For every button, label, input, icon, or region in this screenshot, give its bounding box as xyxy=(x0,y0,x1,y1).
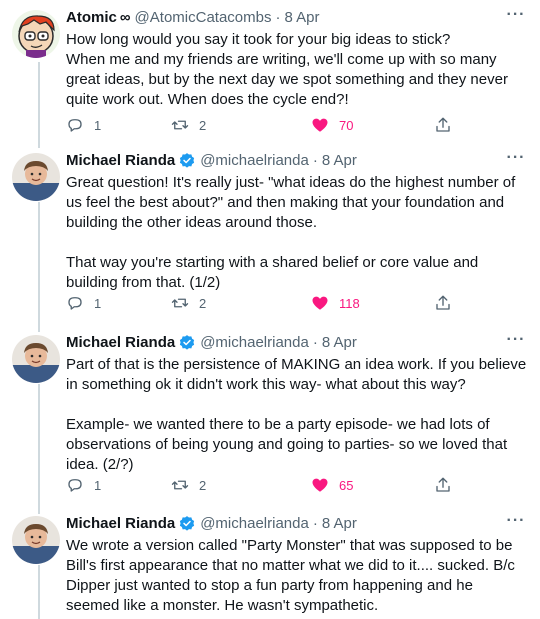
reply-count: 1 xyxy=(94,117,102,133)
tweet-actions: 1 2 118 xyxy=(66,293,466,313)
separator: · xyxy=(312,334,318,351)
handle[interactable]: @AtomicCatacombs xyxy=(135,8,272,28)
name-suffix: ∞ xyxy=(119,9,131,26)
handle[interactable]: @michaelrianda xyxy=(200,333,309,353)
thread-line xyxy=(38,202,40,332)
timestamp[interactable]: 8 Apr xyxy=(284,8,319,28)
tweet-header: Michael Rianda @michaelrianda · 8 Apr xyxy=(66,333,357,353)
display-name[interactable]: Michael Rianda xyxy=(66,151,175,171)
timestamp[interactable]: 8 Apr xyxy=(322,514,357,534)
share-button[interactable] xyxy=(434,475,452,495)
verified-badge-icon xyxy=(178,515,196,533)
timestamp[interactable]: 8 Apr xyxy=(322,333,357,353)
tweet-actions: 1 2 65 xyxy=(66,475,466,495)
like-count: 70 xyxy=(339,117,354,133)
reply-icon xyxy=(68,297,82,310)
like-count: 65 xyxy=(339,477,354,493)
share-button[interactable] xyxy=(434,293,452,313)
reply-icon xyxy=(68,479,82,492)
more-options-icon[interactable]: ··· xyxy=(506,332,526,353)
retweet-icon xyxy=(171,298,189,308)
tweet-text: We wrote a version called "Party Monster… xyxy=(66,537,515,614)
retweet-button[interactable]: 2 xyxy=(171,475,206,495)
handle[interactable]: @michaelrianda xyxy=(200,514,309,534)
retweet-count: 2 xyxy=(199,295,207,311)
reply-button[interactable]: 1 xyxy=(66,475,101,495)
handle[interactable]: @michaelrianda xyxy=(200,151,309,171)
reply-count: 1 xyxy=(94,477,102,493)
verified-badge-icon xyxy=(178,152,196,170)
retweet-button[interactable]: 2 xyxy=(171,115,206,135)
tweet-actions: 1 2 70 xyxy=(66,115,466,135)
display-name[interactable]: Michael Rianda xyxy=(66,514,175,534)
share-icon xyxy=(436,117,450,132)
retweet-count: 2 xyxy=(199,117,207,133)
like-button[interactable]: 70 xyxy=(311,115,353,135)
separator: · xyxy=(312,515,318,532)
reply-icon xyxy=(68,119,82,132)
thread-line xyxy=(38,384,40,514)
avatar[interactable] xyxy=(12,335,60,383)
avatar[interactable] xyxy=(12,153,60,201)
display-name[interactable]: Atomic xyxy=(66,8,117,28)
tweet-header: Michael Rianda @michaelrianda · 8 Apr xyxy=(66,514,357,534)
reply-button[interactable]: 1 xyxy=(66,293,101,313)
share-icon xyxy=(436,477,450,492)
reply-count: 1 xyxy=(94,295,102,311)
retweet-button[interactable]: 2 xyxy=(171,293,206,313)
like-button[interactable]: 118 xyxy=(311,293,360,313)
more-options-icon[interactable]: ··· xyxy=(506,513,526,534)
display-name[interactable]: Michael Rianda xyxy=(66,333,175,353)
share-button[interactable] xyxy=(434,115,452,135)
retweet-icon xyxy=(171,480,189,490)
separator: · xyxy=(275,9,281,26)
separator: · xyxy=(312,152,318,169)
tweet-header: Michael Rianda @michaelrianda · 8 Apr xyxy=(66,151,357,171)
heart-icon xyxy=(312,478,328,492)
tweet-text: Part of that is the persistence of MAKIN… xyxy=(66,356,527,473)
avatar[interactable] xyxy=(12,516,60,564)
tweet-text: How long would you say it took for your … xyxy=(66,31,508,108)
retweet-icon xyxy=(171,120,189,130)
tweet-header: Atomic ∞ @AtomicCatacombs · 8 Apr xyxy=(66,8,320,28)
verified-badge-icon xyxy=(178,334,196,352)
like-count: 118 xyxy=(339,295,360,311)
heart-icon xyxy=(312,118,328,132)
heart-icon xyxy=(312,296,328,310)
timestamp[interactable]: 8 Apr xyxy=(322,151,357,171)
thread-line xyxy=(38,62,40,148)
more-options-icon[interactable]: ··· xyxy=(506,7,526,28)
tweet-text: Great question! It's really just- "what … xyxy=(66,174,516,291)
thread-line xyxy=(38,565,40,619)
reply-button[interactable]: 1 xyxy=(66,115,101,135)
avatar[interactable] xyxy=(12,10,60,58)
like-button[interactable]: 65 xyxy=(311,475,353,495)
retweet-count: 2 xyxy=(199,477,207,493)
share-icon xyxy=(436,295,450,310)
more-options-icon[interactable]: ··· xyxy=(506,150,526,171)
